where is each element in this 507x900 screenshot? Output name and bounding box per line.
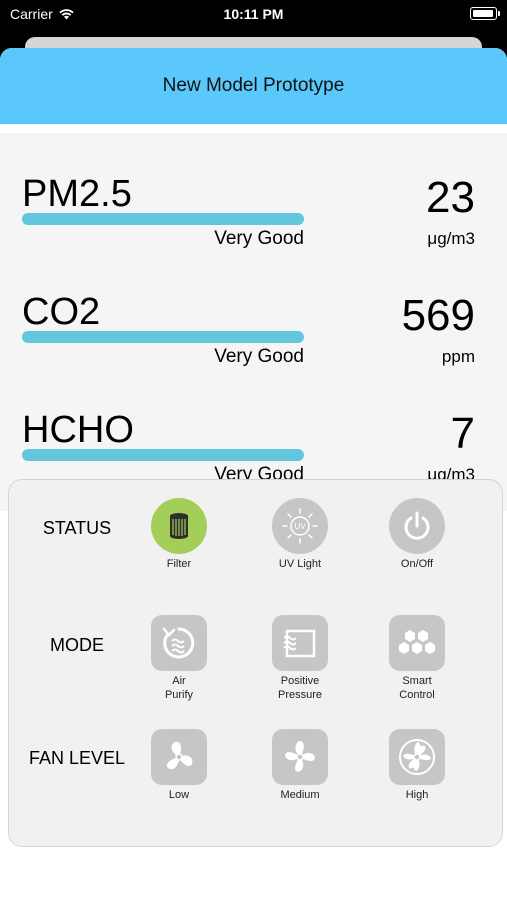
air-purify-label: Air Purify — [124, 674, 234, 702]
label-line: Pressure — [277, 689, 323, 701]
smart-control-icon — [389, 615, 445, 671]
control-panel: STATUS Filter UV UV Light On/Off MODE Ai… — [8, 479, 503, 847]
fan-medium-icon — [272, 729, 328, 785]
label-line: Smart — [402, 675, 432, 687]
svg-text:UV: UV — [294, 522, 306, 531]
power-label: On/Off — [400, 558, 434, 570]
reading-rating: Very Good — [214, 228, 304, 249]
uv-light-icon: UV — [272, 498, 328, 554]
reading-co2: CO2 Very Good 569 ppm — [0, 291, 507, 401]
label-line: Purify — [164, 689, 194, 701]
status-filter[interactable]: Filter — [124, 498, 234, 571]
reading-pm25: PM2.5 Very Good 23 μg/m3 — [0, 173, 507, 283]
reading-name: CO2 — [22, 291, 101, 333]
status-power[interactable]: On/Off — [362, 498, 472, 571]
level-bar — [22, 213, 304, 225]
fan-level-row-label: FAN LEVEL — [28, 748, 126, 768]
label-line: Control — [399, 689, 435, 701]
reading-value: 23 — [426, 173, 475, 222]
battery-icon — [470, 7, 500, 20]
air-purify-icon — [151, 615, 207, 671]
mode-row-label: MODE — [50, 635, 104, 655]
fan-medium-label: Medium — [280, 789, 320, 801]
reading-unit: μg/m3 — [427, 229, 475, 248]
fan-high[interactable]: High — [362, 729, 472, 802]
fan-high-label: High — [405, 789, 429, 801]
fan-low-icon — [151, 729, 207, 785]
fan-high-icon — [389, 729, 445, 785]
page-title: New Model Prototype — [162, 75, 345, 96]
filter-icon — [151, 498, 207, 554]
clock: 10:11 PM — [223, 6, 284, 22]
level-bar — [22, 331, 304, 343]
filter-label: Filter — [166, 558, 192, 570]
smart-control-label: Smart Control — [362, 674, 472, 702]
positive-pressure-label: Positive Pressure — [245, 674, 355, 702]
mode-positive-pressure[interactable]: Positive Pressure — [245, 615, 355, 702]
status-row-label: STATUS — [42, 518, 112, 538]
uv-light-label: UV Light — [278, 558, 322, 570]
mode-air-purify[interactable]: Air Purify — [124, 615, 234, 702]
label-line: Positive — [280, 675, 320, 687]
fan-low[interactable]: Low — [124, 729, 234, 802]
fan-medium[interactable]: Medium — [245, 729, 355, 802]
reading-rating: Very Good — [214, 346, 304, 367]
reading-value: 569 — [401, 291, 475, 340]
header-bar: New Model Prototype — [0, 48, 507, 124]
positive-pressure-icon — [272, 615, 328, 671]
status-uv-light[interactable]: UV UV Light — [245, 498, 355, 571]
reading-name: HCHO — [22, 409, 134, 451]
fan-low-label: Low — [168, 789, 190, 801]
reading-value: 7 — [450, 409, 475, 458]
level-bar — [22, 449, 304, 461]
reading-name: PM2.5 — [22, 173, 132, 215]
status-bar: Carrier 10:11 PM — [0, 0, 507, 30]
reading-unit: ppm — [441, 347, 475, 366]
mode-smart-control[interactable]: Smart Control — [362, 615, 472, 702]
power-icon — [389, 498, 445, 554]
label-line: Air — [172, 675, 186, 687]
readings-panel: PM2.5 Very Good 23 μg/m3 CO2 Very Good 5… — [0, 133, 507, 511]
